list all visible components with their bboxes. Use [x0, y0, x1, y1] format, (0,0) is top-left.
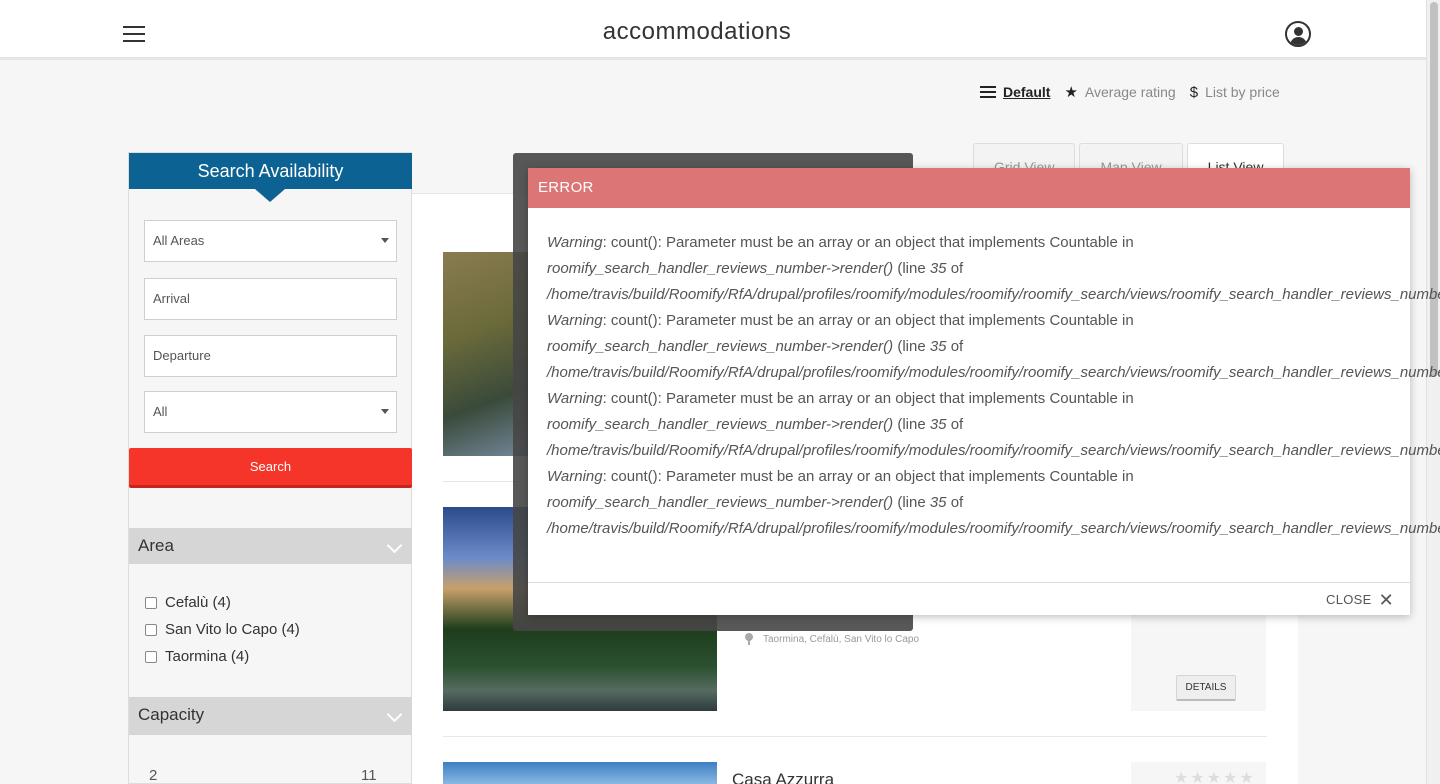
listing-image[interactable]: [443, 762, 717, 784]
listing-location: Taormina, Cefalù, San Vito lo Capo: [745, 633, 919, 645]
area-select-value: All Areas: [153, 233, 205, 248]
area-option-label: Taormina (4): [165, 648, 250, 665]
sort-default-link[interactable]: Default: [980, 84, 1050, 100]
title-pointer-arrow: [255, 189, 285, 202]
error-message: Warning: count(): Parameter must be an a…: [547, 390, 1440, 459]
checkbox[interactable]: [145, 596, 157, 609]
search-availability-title: Search Availability: [129, 153, 412, 189]
area-facet-title: Area: [138, 536, 174, 555]
page-scrollbar[interactable]: [1426, 0, 1440, 784]
sort-default-label: Default: [1003, 84, 1051, 100]
area-checkbox-cefalu[interactable]: Cefalù (4): [145, 594, 231, 611]
list-icon: [980, 86, 996, 98]
scrollbar-thumb[interactable]: [1430, 2, 1438, 377]
sort-price-label: List by price: [1205, 84, 1280, 100]
site-title[interactable]: accommodations: [0, 18, 1394, 46]
arrival-placeholder: Arrival: [153, 291, 190, 306]
sort-rating-link[interactable]: ★ Average rating: [1064, 83, 1175, 101]
sort-bar: Default ★ Average rating $ List by price: [980, 83, 1294, 101]
type-select[interactable]: All: [144, 391, 397, 433]
search-sidebar: Search Availability All Areas Arrival De…: [128, 152, 412, 784]
error-message: Warning: count(): Parameter must be an a…: [547, 312, 1440, 381]
star-icon: ★: [1064, 84, 1078, 101]
area-facet-header[interactable]: Area: [129, 528, 412, 564]
area-checkbox-san-vito[interactable]: San Vito lo Capo (4): [145, 621, 300, 638]
sort-price-link[interactable]: $ List by price: [1190, 84, 1280, 101]
map-pin-icon: [745, 633, 753, 645]
user-account-icon[interactable]: [1285, 21, 1311, 47]
error-message: Warning: count(): Parameter must be an a…: [547, 234, 1440, 303]
arrival-date-input[interactable]: Arrival: [144, 278, 397, 320]
chevron-down-icon: [381, 409, 389, 414]
chevron-down-icon[interactable]: [386, 706, 403, 723]
area-checkbox-taormina[interactable]: Taormina (4): [145, 648, 249, 665]
close-label: CLOSE: [1326, 592, 1372, 607]
departure-placeholder: Departure: [153, 348, 211, 363]
area-option-label: Cefalù (4): [165, 594, 231, 611]
capacity-facet-header[interactable]: Capacity: [129, 697, 412, 735]
close-icon[interactable]: ✕: [1379, 591, 1394, 609]
details-button[interactable]: DETAILS: [1176, 675, 1236, 701]
departure-date-input[interactable]: Departure: [144, 335, 397, 377]
close-button[interactable]: CLOSE ✕: [1326, 591, 1394, 609]
checkbox[interactable]: [145, 650, 157, 663]
error-dialog-title: ERROR: [528, 168, 1410, 208]
dollar-icon: $: [1189, 83, 1199, 101]
rating-stars: ★★★★★: [1174, 770, 1256, 784]
chevron-down-icon[interactable]: [386, 537, 403, 554]
checkbox[interactable]: [145, 623, 157, 636]
capacity-max-value: 11: [361, 767, 377, 784]
capacity-min-value: 2: [149, 767, 158, 784]
error-dialog: ERROR Warning: count(): Parameter must b…: [528, 168, 1440, 615]
error-dialog-footer: CLOSE ✕: [528, 582, 1410, 615]
listing-divider: [443, 736, 1267, 737]
listing-title[interactable]: Casa Azzurra: [732, 770, 834, 784]
area-option-label: San Vito lo Capo (4): [165, 621, 300, 638]
area-select[interactable]: All Areas: [144, 220, 397, 262]
listing-location-text: Taormina, Cefalù, San Vito lo Capo: [763, 633, 920, 645]
search-button[interactable]: Search: [129, 448, 412, 488]
sort-rating-label: Average rating: [1084, 84, 1176, 100]
type-select-value: All: [153, 404, 168, 419]
capacity-facet-title: Capacity: [138, 705, 205, 724]
error-message: Warning: count(): Parameter must be an a…: [547, 468, 1440, 537]
chevron-down-icon: [381, 238, 389, 243]
error-messages: Warning: count(): Parameter must be an a…: [528, 208, 1440, 542]
site-header: accommodations: [0, 0, 1426, 60]
